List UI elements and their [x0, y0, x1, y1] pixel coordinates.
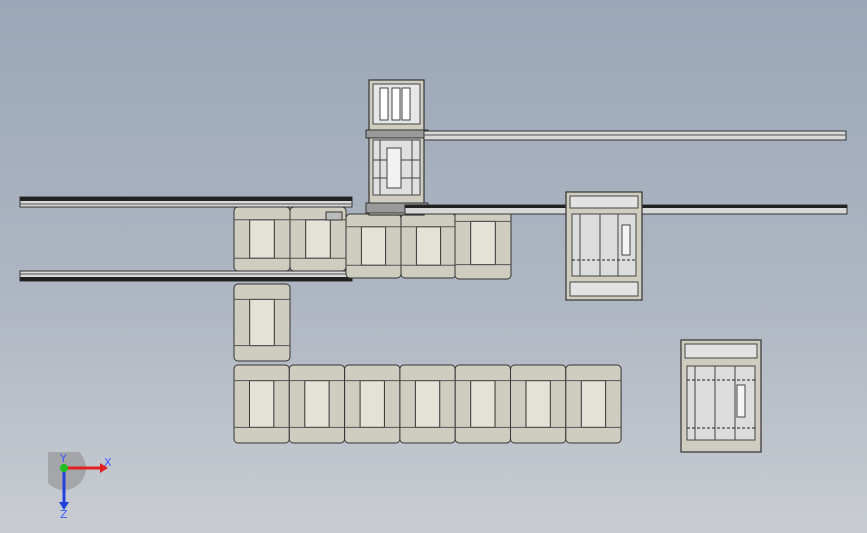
chain-segment	[400, 213, 457, 279]
upper-right-rail	[423, 130, 847, 141]
chain-segment	[454, 364, 512, 444]
x-axis-label: X	[104, 456, 112, 469]
chain-segment	[565, 364, 622, 444]
assembly-drawing[interactable]	[0, 0, 867, 533]
chain-segment	[233, 206, 291, 272]
cage-unit-upper	[565, 191, 643, 301]
cage-unit-lower	[680, 339, 762, 453]
y-axis-label: Y	[59, 452, 67, 465]
chain-segment	[345, 213, 402, 279]
cad-viewport[interactable]: X Y Z	[0, 0, 867, 533]
chain-segment	[233, 364, 290, 444]
chain-segment	[454, 206, 512, 280]
left-rail-bottom	[19, 270, 353, 282]
y-axis-dot	[60, 464, 68, 472]
upper-conveyor-chain	[233, 206, 512, 280]
coordinate-triad[interactable]: X Y Z	[48, 452, 118, 522]
left-rail-top	[19, 196, 353, 208]
chain-segment	[399, 364, 456, 444]
chain-segment	[344, 364, 401, 444]
triad-shadow	[48, 452, 86, 490]
chain-segment	[233, 283, 291, 362]
chain-segment	[510, 364, 567, 444]
z-axis-label: Z	[60, 508, 68, 521]
connector-chain-block	[233, 283, 291, 362]
lower-conveyor-chain	[233, 364, 622, 444]
chain-segment	[288, 364, 346, 444]
